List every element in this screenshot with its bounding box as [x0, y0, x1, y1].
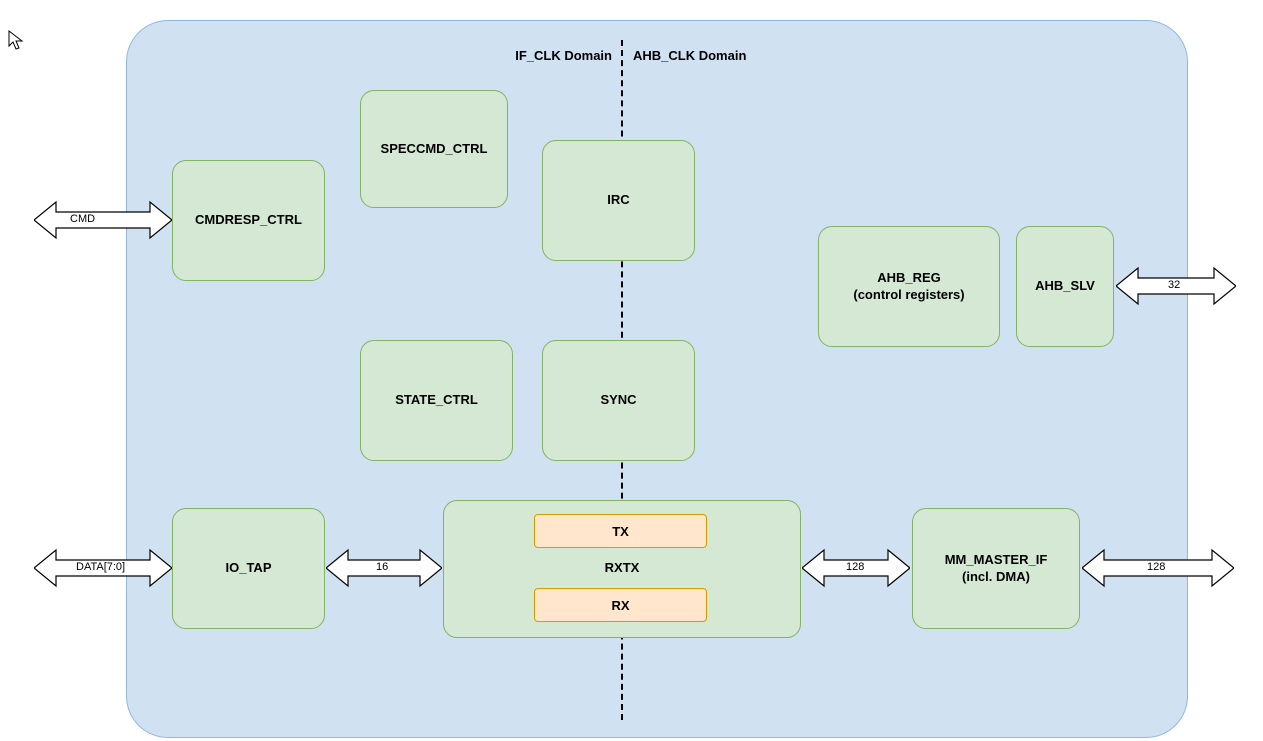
- arrow-mm-out: 128: [1082, 546, 1234, 590]
- arrow-ahb-slv-out: 32: [1116, 264, 1236, 308]
- block-rxtx-label: RXTX: [443, 560, 801, 575]
- arrow-data-label: DATA[7:0]: [76, 561, 125, 573]
- diagram-canvas: IF_CLK Domain AHB_CLK Domain SPECCMD_CTR…: [0, 0, 1263, 741]
- cursor-icon: [8, 30, 24, 52]
- arrow-io-rxtx-label: 16: [376, 561, 388, 573]
- arrow-cmd: CMD: [34, 198, 172, 242]
- block-irc: IRC: [542, 140, 695, 261]
- block-tx: TX: [534, 514, 707, 548]
- arrow-mm-out-label: 128: [1147, 561, 1165, 573]
- block-ahb-reg: AHB_REG (control registers): [818, 226, 1000, 347]
- block-io-tap: IO_TAP: [172, 508, 325, 629]
- block-ahb-slv: AHB_SLV: [1016, 226, 1114, 347]
- arrow-rxtx-mm: 128: [802, 546, 910, 590]
- block-state-ctrl: STATE_CTRL: [360, 340, 513, 461]
- block-speccmd-ctrl: SPECCMD_CTRL: [360, 90, 508, 208]
- block-cmdresp-ctrl: CMDRESP_CTRL: [172, 160, 325, 281]
- arrow-cmd-label: CMD: [70, 213, 95, 225]
- block-mm-master-if: MM_MASTER_IF (incl. DMA): [912, 508, 1080, 629]
- if-clk-domain-label: IF_CLK Domain: [502, 48, 612, 63]
- block-sync: SYNC: [542, 340, 695, 461]
- ahb-clk-domain-label: AHB_CLK Domain: [633, 48, 746, 63]
- arrow-rxtx-mm-label: 128: [846, 561, 864, 573]
- arrow-ahb-slv-out-label: 32: [1168, 279, 1180, 291]
- block-rx: RX: [534, 588, 707, 622]
- arrow-io-rxtx: 16: [326, 546, 442, 590]
- arrow-data: DATA[7:0]: [34, 546, 172, 590]
